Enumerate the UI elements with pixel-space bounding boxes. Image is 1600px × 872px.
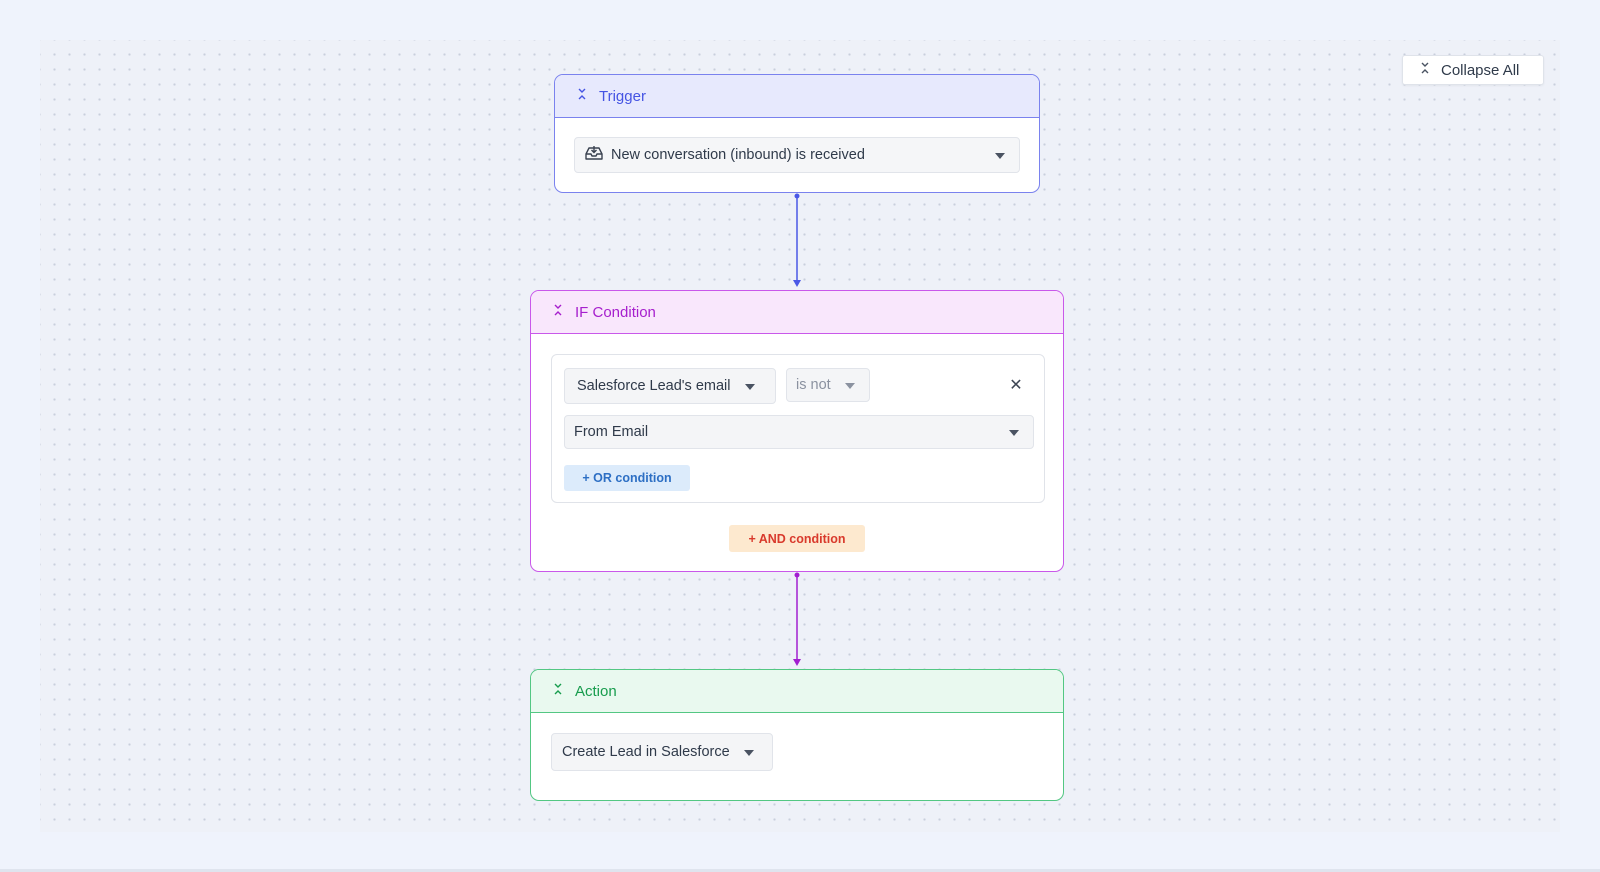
action-title: Action — [575, 682, 617, 700]
if-condition-header[interactable]: IF Condition — [531, 291, 1063, 334]
trigger-event-value: New conversation (inbound) is received — [611, 147, 865, 163]
condition-to-action-connector — [793, 572, 801, 666]
action-node: Action Create Lead in Salesforce — [530, 669, 1064, 801]
inbox-icon — [585, 145, 603, 165]
condition-field-select[interactable]: Salesforce Lead's email — [564, 368, 776, 404]
chevron-down-icon — [744, 750, 754, 756]
trigger-title: Trigger — [599, 87, 646, 105]
collapse-chevron-icon[interactable] — [553, 303, 563, 321]
collapse-chevron-icon[interactable] — [553, 682, 563, 700]
condition-field-value: Salesforce Lead's email — [577, 378, 731, 394]
trigger-header[interactable]: Trigger — [555, 75, 1039, 118]
trigger-node: Trigger New conversation (inbound) is re… — [554, 74, 1040, 193]
action-header[interactable]: Action — [531, 670, 1063, 713]
add-and-condition-button[interactable]: + AND condition — [729, 525, 865, 552]
chevron-down-icon — [1009, 430, 1019, 436]
chevron-down-icon — [995, 153, 1005, 159]
if-condition-node: IF Condition Salesforce Lead's email is … — [530, 290, 1064, 572]
chevron-down-icon — [845, 383, 855, 389]
condition-operator-value: is not — [796, 377, 831, 393]
chevron-down-icon — [745, 384, 755, 390]
action-type-select[interactable]: Create Lead in Salesforce — [551, 733, 773, 771]
add-or-condition-button[interactable]: + OR condition — [564, 465, 690, 491]
condition-group: Salesforce Lead's email is not ✕ From Em… — [551, 354, 1045, 503]
collapse-chevron-icon[interactable] — [577, 87, 587, 105]
condition-value-select[interactable]: From Email — [564, 415, 1034, 449]
trigger-event-select[interactable]: New conversation (inbound) is received — [574, 137, 1020, 173]
action-type-value: Create Lead in Salesforce — [562, 744, 730, 760]
condition-operator-select[interactable]: is not — [786, 368, 870, 402]
condition-value: From Email — [574, 424, 649, 440]
close-icon[interactable]: ✕ — [1007, 376, 1025, 394]
if-condition-title: IF Condition — [575, 303, 656, 321]
trigger-to-condition-connector — [793, 193, 801, 287]
